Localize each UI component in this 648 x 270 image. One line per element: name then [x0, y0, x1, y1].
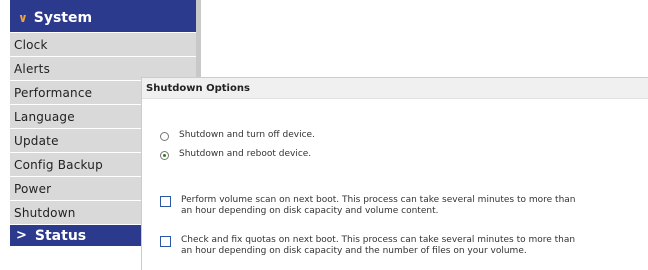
sidebar-item-label: Shutdown	[14, 205, 76, 220]
chevron-right-icon: >	[16, 228, 27, 243]
sidebar-item-label: Config Backup	[14, 157, 103, 172]
sidebar-section-label: Status	[34, 227, 87, 244]
volume-scan-line2: an hour depending on disk capacity and v…	[181, 206, 439, 216]
sidebar-item-label: Power	[14, 181, 52, 196]
shutdown-off-label: Shutdown and turn off device.	[179, 130, 315, 140]
shutdown-off-radio[interactable]	[160, 132, 169, 141]
fix-quotas-line1: Check and fix quotas on next boot. This …	[181, 235, 576, 245]
shutdown-off-option[interactable]: Shutdown and turn off device.	[160, 130, 315, 141]
fix-quotas-line2: an hour depending on disk capacity and t…	[181, 246, 527, 256]
sidebar-section-label: System	[33, 10, 93, 26]
chevron-down-icon: ∨	[18, 11, 28, 25]
shutdown-options-panel: Shutdown Options Shutdown and turn off d…	[141, 77, 648, 270]
fix-quotas-checkbox[interactable]	[160, 236, 171, 247]
volume-scan-option[interactable]: Perform volume scan on next boot. This p…	[160, 195, 576, 217]
volume-scan-checkbox[interactable]	[160, 196, 171, 207]
sidebar-section-system[interactable]: ∨ System	[10, 4, 196, 32]
fix-quotas-label: Check and fix quotas on next boot. This …	[181, 235, 575, 257]
shutdown-reboot-radio[interactable]	[160, 151, 169, 160]
shutdown-reboot-option[interactable]: Shutdown and reboot device.	[160, 149, 311, 160]
volume-scan-label: Perform volume scan on next boot. This p…	[181, 195, 576, 217]
shutdown-reboot-label: Shutdown and reboot device.	[179, 149, 312, 159]
panel-title: Shutdown Options	[142, 78, 648, 99]
sidebar-item-label: Language	[14, 109, 75, 124]
sidebar-item-clock[interactable]: Clock	[10, 32, 196, 56]
sidebar-item-label: Performance	[14, 85, 93, 100]
sidebar-item-label: Update	[14, 133, 59, 148]
sidebar-item-label: Clock	[14, 37, 48, 52]
sidebar-item-label: Alerts	[14, 61, 51, 76]
fix-quotas-option[interactable]: Check and fix quotas on next boot. This …	[160, 235, 575, 257]
volume-scan-line1: Perform volume scan on next boot. This p…	[181, 195, 576, 205]
